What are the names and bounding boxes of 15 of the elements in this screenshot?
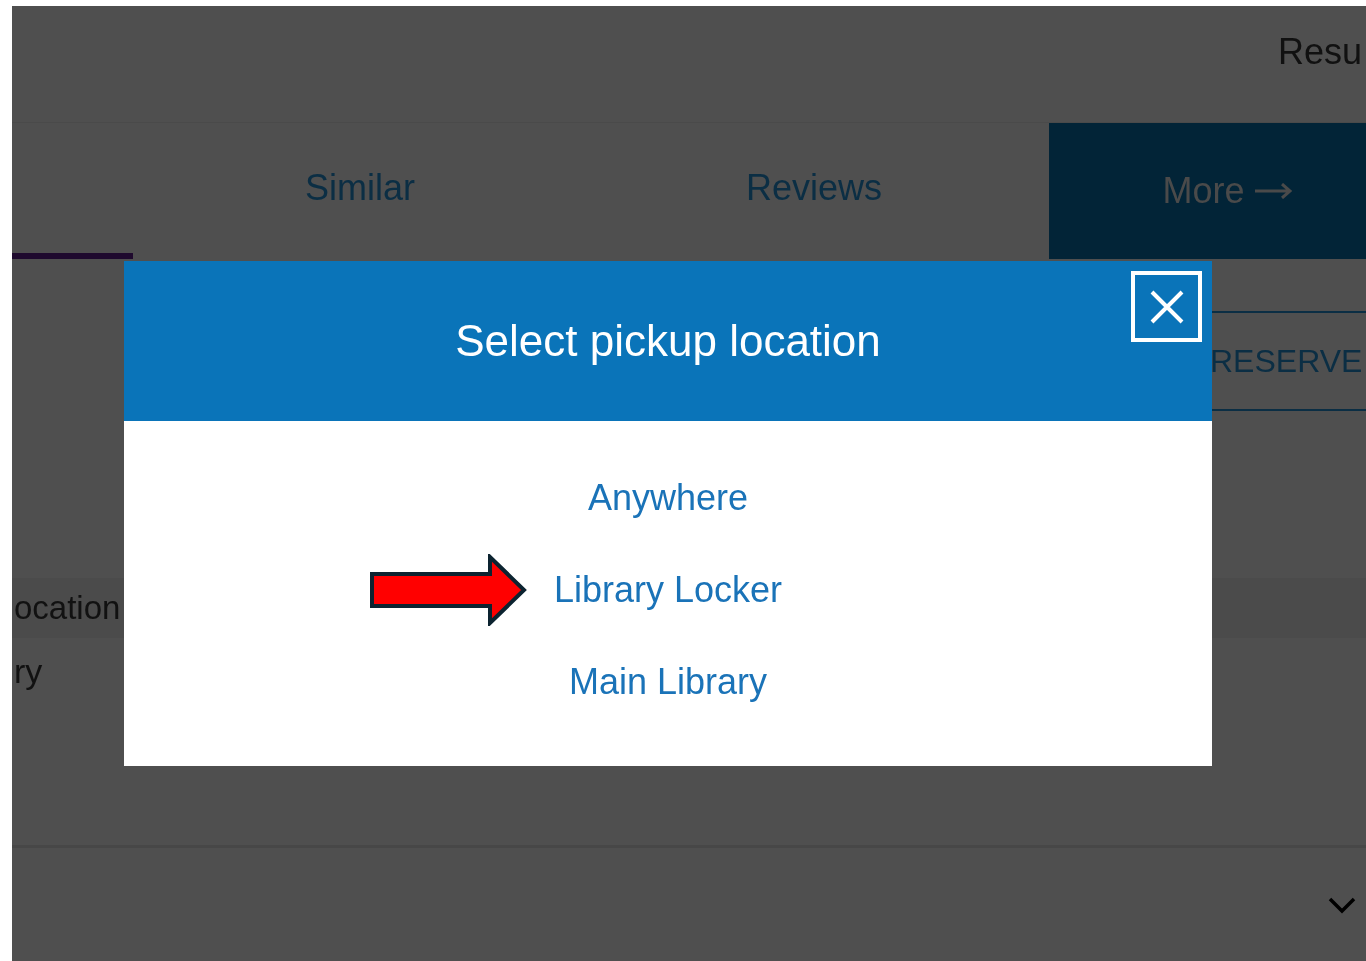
location-option[interactable]: Library Locker (553, 568, 783, 611)
close-button[interactable] (1131, 271, 1202, 342)
more-button[interactable]: More (1049, 123, 1366, 259)
arrow-right-icon (1254, 183, 1293, 199)
section-heading: ocation (14, 589, 121, 627)
tab[interactable]: Similar (133, 123, 587, 259)
location-value: ry (14, 652, 43, 691)
close-icon (1149, 289, 1184, 324)
tab[interactable]: Reviews (587, 123, 1041, 259)
page-title: Resu (1277, 31, 1362, 73)
location-option[interactable]: Anywhere (587, 476, 749, 519)
chevron-down-icon[interactable] (1328, 895, 1356, 914)
dialog-title: Select pickup location (455, 316, 881, 366)
more-label: More (1162, 170, 1245, 212)
location-option[interactable]: Main Library (568, 660, 768, 703)
